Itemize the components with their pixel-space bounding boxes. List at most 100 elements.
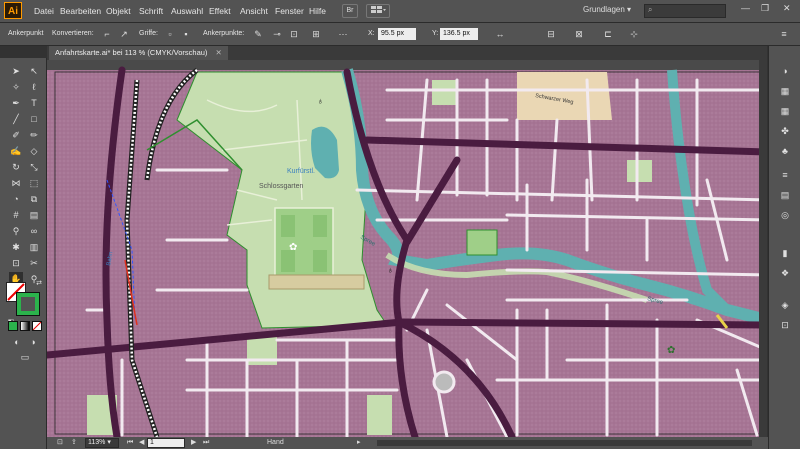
hide-handles-icon[interactable]: ▫ <box>164 28 176 40</box>
width-icon[interactable]: ⋈ <box>9 176 23 190</box>
width-field-icon[interactable]: ↔ <box>494 28 506 40</box>
gradient-panel-icon[interactable]: ▤ <box>778 188 792 202</box>
pen-icon[interactable]: ✒ <box>9 96 23 110</box>
blend-icon[interactable]: ∞ <box>27 224 41 238</box>
menu-bearbeiten[interactable]: Bearbeiten <box>60 0 101 22</box>
anchors-label: Ankerpunkte: <box>203 30 245 37</box>
artboard-icon[interactable]: ⊡ <box>9 256 23 270</box>
maximize-button[interactable]: ❐ <box>761 3 769 14</box>
perspective-icon[interactable]: ⧉ <box>27 192 41 206</box>
map-artwork[interactable]: ♁ ♁ ✿ ✿ Schlossgarten Kurfürstl. Spree S… <box>47 60 767 437</box>
bridge-button[interactable]: Br <box>342 4 358 18</box>
swap-colors-icon[interactable]: ⇄ <box>32 277 46 291</box>
close-tab-icon[interactable]: ✕ <box>216 48 222 57</box>
menu-schrift[interactable]: Schrift <box>139 0 163 22</box>
prev-page-icon[interactable]: ◀ <box>139 437 144 449</box>
close-button[interactable]: ✕ <box>783 3 791 14</box>
convert-label: Konvertieren: <box>52 30 94 37</box>
artboards-icon[interactable]: ⊡ <box>778 318 792 332</box>
horizontal-scrollbar[interactable] <box>377 440 752 446</box>
status-menu-icon[interactable]: ▸ <box>357 437 361 449</box>
align-left-icon[interactable]: ⊏ <box>602 28 614 40</box>
remove-anchor-icon[interactable]: ✎ <box>252 28 264 40</box>
gradient-icon[interactable]: ▤ <box>27 208 41 222</box>
menu-hilfe[interactable]: Hilfe <box>309 0 326 22</box>
menu-fenster[interactable]: Fenster <box>275 0 304 22</box>
stroke-swatch[interactable] <box>16 292 40 316</box>
transparency-icon[interactable]: ◎ <box>778 208 792 222</box>
gradient-mode-button[interactable] <box>20 321 30 331</box>
transform-panel-icon[interactable]: ⊹ <box>628 28 640 40</box>
document-tab[interactable]: Anfahrtskarte.ai* bei 113 % (CMYK/Vorsch… <box>49 46 228 60</box>
color-guide-icon[interactable]: ▦ <box>778 84 792 98</box>
mesh-icon[interactable]: # <box>9 208 23 222</box>
eyedropper-icon[interactable]: ⚲ <box>9 224 23 238</box>
zoom-field[interactable]: 113% ▾ <box>85 438 119 448</box>
rectangle-icon[interactable]: □ <box>27 112 41 126</box>
blob-brush-icon[interactable]: ✍ <box>9 144 23 158</box>
share-icon[interactable]: ⇪ <box>71 437 77 449</box>
page-field[interactable]: 1 <box>147 438 185 448</box>
garden-bed <box>281 215 295 237</box>
direct-selection-icon[interactable]: ↖ <box>27 64 41 78</box>
transform-icon[interactable]: ⊠ <box>573 28 585 40</box>
last-page-icon[interactable]: ⏭ <box>203 437 209 449</box>
pencil-icon[interactable]: ✏ <box>27 128 41 142</box>
draw-inside-icon[interactable]: ◑ <box>26 335 40 349</box>
artboard-canvas[interactable]: ♁ ♁ ✿ ✿ Schlossgarten Kurfürstl. Spree S… <box>47 60 767 437</box>
x-field[interactable]: 95.5 px <box>378 28 416 40</box>
brush-icon[interactable]: ✐ <box>9 128 23 142</box>
workspace-switcher[interactable]: Grundlagen ▾ <box>583 5 631 14</box>
palace-label: Kurfürstl. <box>287 168 315 175</box>
connect-anchor-icon[interactable]: ⊸ <box>271 28 283 40</box>
fit-icon[interactable]: ⊡ <box>57 437 63 449</box>
eraser-icon[interactable]: ◇ <box>27 144 41 158</box>
appearance-icon[interactable]: ▮ <box>778 246 792 260</box>
menu-auswahl[interactable]: Auswahl <box>171 0 203 22</box>
color-mode-button[interactable] <box>8 321 18 331</box>
menu-datei[interactable]: Datei <box>34 0 54 22</box>
graph-icon[interactable]: ▥ <box>27 240 41 254</box>
show-handles-icon[interactable]: ▪ <box>180 28 192 40</box>
swatches-icon[interactable]: ▦ <box>778 104 792 118</box>
minimize-button[interactable]: — <box>741 3 750 13</box>
menu-ansicht[interactable]: Ansicht <box>240 0 268 22</box>
draw-mode-icon[interactable]: ◐ <box>10 335 24 349</box>
slice-icon[interactable]: ✂ <box>27 256 41 270</box>
magic-wand-icon[interactable]: ✧ <box>9 80 23 94</box>
free-transform-icon[interactable]: ⬚ <box>27 176 41 190</box>
menu-objekt[interactable]: Objekt <box>106 0 131 22</box>
panel-menu-icon[interactable]: ≡ <box>778 28 790 40</box>
selection-icon[interactable]: ➤ <box>9 64 23 78</box>
app-logo: Ai <box>4 2 22 19</box>
color-icon[interactable]: ◑ <box>778 64 792 78</box>
none-mode-button[interactable] <box>32 321 42 331</box>
menu-effekt[interactable]: Effekt <box>209 0 231 22</box>
line-icon[interactable]: ╱ <box>9 112 23 126</box>
vertical-scrollbar[interactable] <box>759 60 767 437</box>
next-page-icon[interactable]: ▶ <box>191 437 196 449</box>
isolate-icon[interactable]: ⊟ <box>545 28 557 40</box>
symbol-sprayer-icon[interactable]: ✱ <box>9 240 23 254</box>
convert-smooth-icon[interactable]: ↗ <box>118 28 130 40</box>
cut-path-icon[interactable]: ⊡ <box>288 28 300 40</box>
type-icon[interactable]: T <box>27 96 41 110</box>
park-label: Schlossgarten <box>259 183 303 190</box>
search-field[interactable]: ⌕ <box>644 4 726 18</box>
y-field[interactable]: 136.5 px <box>440 28 478 40</box>
shape-builder-icon[interactable]: ◔ <box>9 192 23 206</box>
stroke-icon[interactable]: ≡ <box>778 168 792 182</box>
lasso-icon[interactable]: ℓ <box>27 80 41 94</box>
palace-building <box>268 274 365 290</box>
symbols-icon[interactable]: ♣ <box>778 144 792 158</box>
convert-corner-icon[interactable]: ⌐ <box>101 28 113 40</box>
arrange-documents-button[interactable] <box>366 4 390 18</box>
graphic-styles-icon[interactable]: ❖ <box>778 266 792 280</box>
rotate-icon[interactable]: ↻ <box>9 160 23 174</box>
layers-icon[interactable]: ◈ <box>778 298 792 312</box>
first-page-icon[interactable]: ⏮ <box>127 437 133 449</box>
scale-icon[interactable]: ⤡ <box>27 160 41 174</box>
screen-mode-icon[interactable]: ▭ <box>18 350 32 364</box>
align-icon[interactable]: ⊞ <box>310 28 322 40</box>
brushes-icon[interactable]: ✤ <box>778 124 792 138</box>
